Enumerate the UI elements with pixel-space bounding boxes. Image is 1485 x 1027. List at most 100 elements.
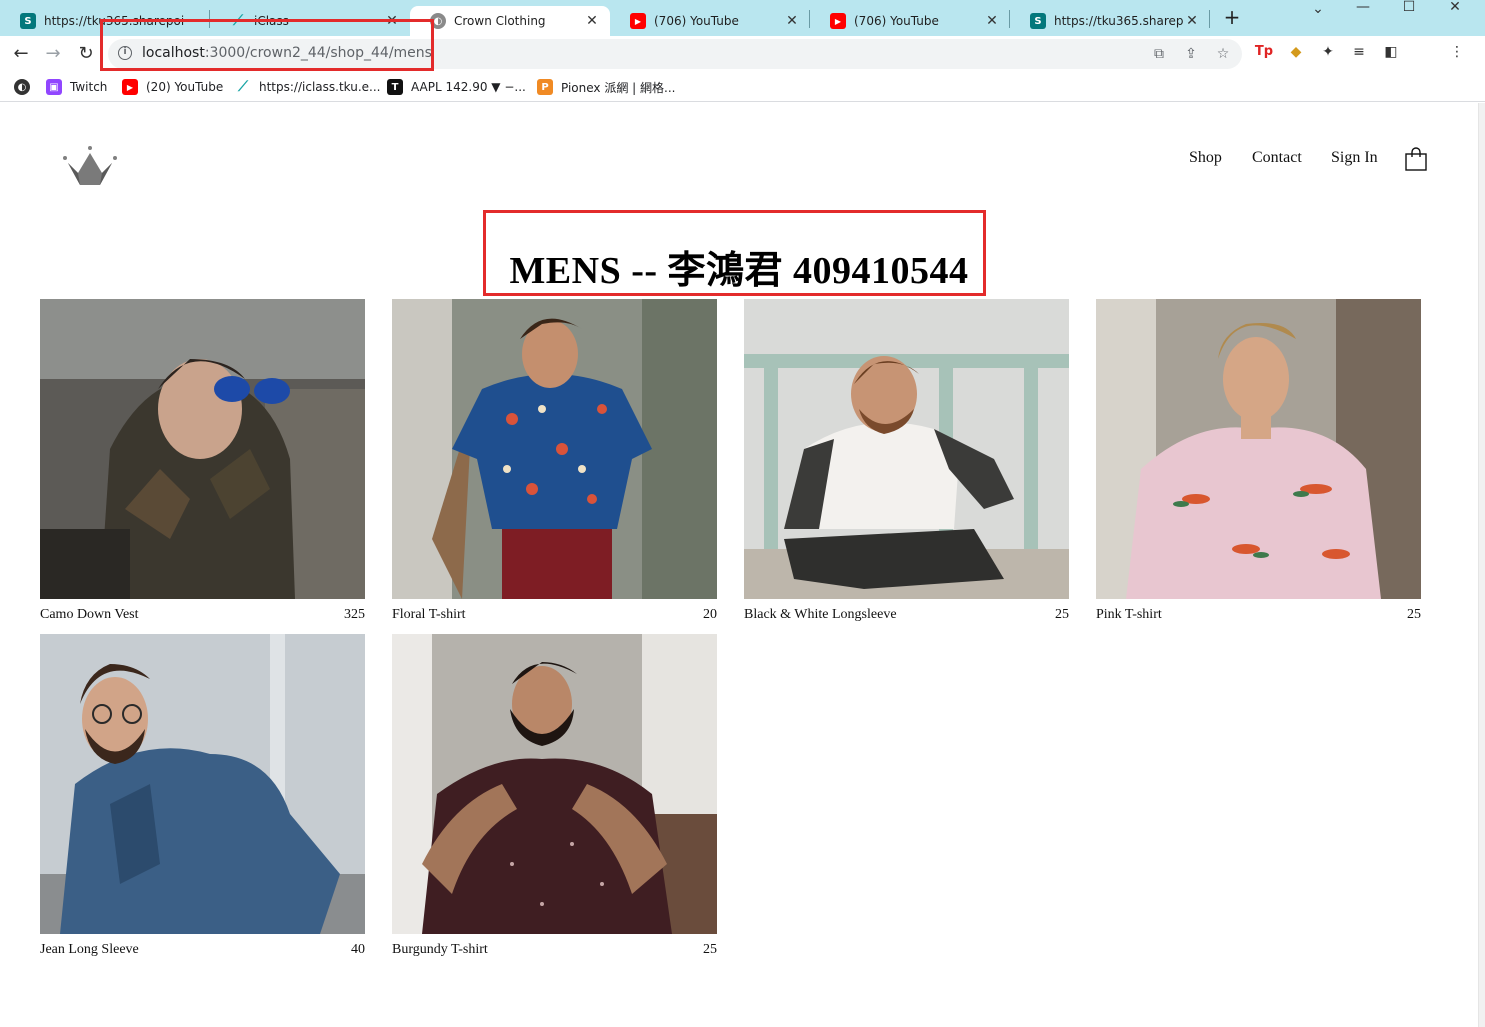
close-tab-icon[interactable]: ✕ xyxy=(384,13,400,29)
product-image[interactable] xyxy=(392,299,717,599)
sharepoint-icon: S xyxy=(20,13,36,29)
close-tab-icon[interactable]: ✕ xyxy=(984,13,1000,29)
product-meta: Floral T-shirt 20 xyxy=(392,607,717,623)
sharepoint-icon: S xyxy=(1030,13,1046,29)
site-info-icon[interactable]: i xyxy=(118,46,132,60)
tp-extension-icon[interactable]: Tp xyxy=(1254,42,1274,62)
pionex-icon: P xyxy=(537,79,553,95)
product-image[interactable] xyxy=(40,634,365,934)
url-text[interactable]: localhost:3000/crown2_44/shop_44/mens xyxy=(142,45,432,61)
tab-iclass[interactable]: ⟋ iClass ✕ xyxy=(210,6,410,36)
tab-separator xyxy=(1209,10,1210,28)
product-meta: Pink T-shirt 25 xyxy=(1096,607,1421,623)
product-price: 25 xyxy=(1055,607,1069,622)
product-price: 20 xyxy=(703,607,717,622)
tab-sharepoint-1[interactable]: S https://tku365.sharepoi xyxy=(0,6,210,36)
forward-button[interactable]: → xyxy=(40,41,66,67)
product-price: 325 xyxy=(344,607,365,622)
bookmarks-bar: ◐ ▣ Twitch ▶ (20) YouTube ⟋ https://icla… xyxy=(0,72,1485,102)
tab-title: (706) YouTube xyxy=(654,14,739,28)
youtube-icon: ▶ xyxy=(830,13,846,29)
crown-logo-icon[interactable] xyxy=(62,145,118,189)
share-icon[interactable]: ⇪ xyxy=(1182,45,1200,63)
tab-search-icon[interactable]: ⌄ xyxy=(1295,2,1341,18)
product-meta: Camo Down Vest 325 xyxy=(40,607,365,623)
bookmark-iclass[interactable]: ⟋ https://iclass.tku.e... xyxy=(235,77,380,97)
bookmark-label: Twitch xyxy=(70,80,108,94)
tab-sharepoint-2[interactable]: S https://tku365.sharepoi ✕ xyxy=(1010,6,1210,36)
product-name: Floral T-shirt xyxy=(392,607,466,622)
url-path: :3000/crown2_44/shop_44/mens xyxy=(204,45,432,61)
product-name: Jean Long Sleeve xyxy=(40,942,139,957)
web-page: Shop Contact Sign In MENS -- 李鴻君 4094105… xyxy=(0,103,1478,1027)
product-price: 25 xyxy=(1407,607,1421,622)
tab-title: Crown Clothing xyxy=(454,14,546,28)
bookmark-label: Pionex 派網 | 網格... xyxy=(561,80,676,95)
back-button[interactable]: ← xyxy=(8,41,34,67)
translate-icon[interactable]: ⧉ xyxy=(1150,45,1168,63)
bookmark-star-icon[interactable]: ☆ xyxy=(1214,45,1232,63)
product-card[interactable]: Black & White Longsleeve 25 xyxy=(744,299,1069,623)
tradingview-icon: T xyxy=(387,79,403,95)
close-tab-icon[interactable]: ✕ xyxy=(1184,13,1200,29)
puzzle-icon[interactable]: ✦ xyxy=(1318,42,1338,62)
tab-youtube-1[interactable]: ▶ (706) YouTube ✕ xyxy=(610,6,810,36)
product-card[interactable]: Burgundy T-shirt 25 xyxy=(392,634,717,958)
menu-kebab-icon[interactable]: ⋮ xyxy=(1447,42,1467,62)
product-name: Pink T-shirt xyxy=(1096,607,1162,622)
maximize-button[interactable]: ☐ xyxy=(1386,0,1432,16)
new-tab-button[interactable]: + xyxy=(1220,5,1244,29)
shopping-bag-icon[interactable] xyxy=(1405,147,1427,171)
product-card[interactable]: Floral T-shirt 20 xyxy=(392,299,717,623)
product-meta: Jean Long Sleeve 40 xyxy=(40,942,365,958)
reload-button[interactable]: ↻ xyxy=(73,41,99,67)
tab-title: iClass xyxy=(254,14,289,28)
tab-crown-clothing[interactable]: ◐ Crown Clothing ✕ xyxy=(410,6,610,36)
tab-title: (706) YouTube xyxy=(854,14,939,28)
close-tab-icon[interactable]: ✕ xyxy=(584,13,600,29)
bookmark-aapl[interactable]: T AAPL 142.90 ▼ −... xyxy=(387,77,526,97)
product-card[interactable]: Pink T-shirt 25 xyxy=(1096,299,1421,623)
nav-shop-link[interactable]: Shop xyxy=(1189,149,1222,167)
iclass-icon: ⟋ xyxy=(233,13,243,29)
twitch-icon: ▣ xyxy=(46,79,62,95)
product-name: Burgundy T-shirt xyxy=(392,942,488,957)
tab-title: https://tku365.sharepoi xyxy=(1054,14,1184,28)
nav-sign-in-link[interactable]: Sign In xyxy=(1331,149,1378,167)
product-card[interactable]: Camo Down Vest 325 xyxy=(40,299,365,623)
product-image[interactable] xyxy=(744,299,1069,599)
iclass-icon: ⟋ xyxy=(238,79,248,95)
page-title: MENS -- 李鴻君 409410544 xyxy=(509,250,969,292)
product-name: Black & White Longsleeve xyxy=(744,607,897,622)
bookmark-twitch[interactable]: ▣ Twitch xyxy=(46,77,107,97)
bookmark-label: (20) YouTube xyxy=(146,80,224,94)
tab-title: https://tku365.sharepoi xyxy=(44,14,185,28)
side-panel-icon[interactable]: ◧ xyxy=(1381,42,1401,62)
close-tab-icon[interactable]: ✕ xyxy=(784,13,800,29)
close-window-button[interactable]: ✕ xyxy=(1432,0,1478,16)
youtube-icon: ▶ xyxy=(630,13,646,29)
nav-contact-link[interactable]: Contact xyxy=(1252,149,1302,167)
globe-icon: ◐ xyxy=(430,13,446,29)
product-price: 40 xyxy=(351,942,365,957)
page-scrollbar[interactable] xyxy=(1478,103,1485,1027)
bookmark-youtube[interactable]: ▶ (20) YouTube xyxy=(122,77,223,97)
reading-list-icon[interactable]: ≡ xyxy=(1349,42,1369,62)
product-name: Camo Down Vest xyxy=(40,607,139,622)
youtube-icon: ▶ xyxy=(122,79,138,95)
bookmark-globe[interactable]: ◐ xyxy=(14,77,38,97)
product-image[interactable] xyxy=(40,299,365,599)
tab-youtube-2[interactable]: ▶ (706) YouTube ✕ xyxy=(810,6,1010,36)
minimize-button[interactable]: — xyxy=(1340,0,1386,16)
address-bar[interactable]: i localhost:3000/crown2_44/shop_44/mens … xyxy=(108,39,1242,69)
browser-toolbar: ← → ↻ i localhost:3000/crown2_44/shop_44… xyxy=(0,36,1485,100)
product-card[interactable]: Jean Long Sleeve 40 xyxy=(40,634,365,958)
bookmark-label: AAPL 142.90 ▼ −... xyxy=(411,80,526,94)
product-meta: Burgundy T-shirt 25 xyxy=(392,942,717,958)
product-image[interactable] xyxy=(392,634,717,934)
product-meta: Black & White Longsleeve 25 xyxy=(744,607,1069,623)
bookmark-pionex[interactable]: P Pionex 派網 | 網格... xyxy=(537,77,675,97)
product-image[interactable] xyxy=(1096,299,1421,599)
extension-icon[interactable]: ◆ xyxy=(1286,42,1306,62)
url-host: localhost xyxy=(142,45,205,61)
